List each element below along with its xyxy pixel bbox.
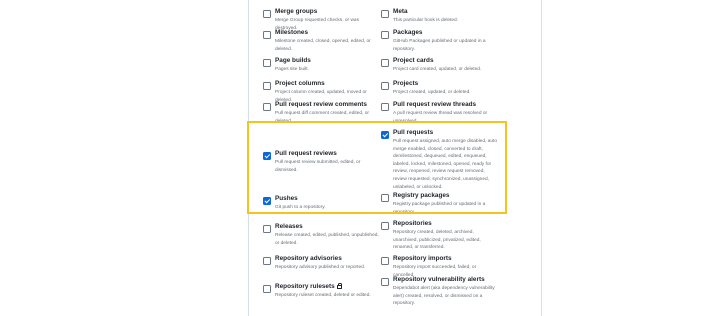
event-title[interactable]: Repository vulnerability alerts	[393, 276, 485, 283]
pr-review-threads-checkbox[interactable]	[381, 103, 389, 111]
event-description: Repository ruleset created, deleted or e…	[275, 293, 371, 298]
event-description: Repository created, deleted, archived, u…	[393, 230, 481, 251]
event-title[interactable]: Releases	[275, 223, 303, 230]
event-title[interactable]: Packages	[393, 29, 423, 36]
event-title[interactable]: Projects	[393, 80, 418, 87]
event-title[interactable]: Page builds	[275, 57, 311, 64]
event-title[interactable]: Repositories	[393, 220, 432, 227]
meta-checkbox[interactable]	[381, 10, 389, 18]
event-title[interactable]: Milestones	[275, 29, 308, 36]
event-description: Registry package published or updated in…	[393, 202, 486, 215]
repo-vuln-alerts-checkbox[interactable]	[381, 278, 389, 286]
event-description: Dependabot alert (aka dependency vulnera…	[393, 286, 495, 307]
event-title[interactable]: Merge groups	[275, 8, 317, 15]
event-description: Milestone created, closed, opened, edite…	[275, 39, 371, 52]
event-description: Pull request review submitted, edited, o…	[275, 160, 361, 173]
event-title[interactable]: Project columns	[275, 80, 325, 87]
project-columns-checkbox[interactable]	[263, 82, 271, 90]
event-description: Pages site built.	[275, 67, 309, 72]
packages-checkbox[interactable]	[381, 31, 389, 39]
event-description: Project created, updated, or deleted.	[393, 90, 471, 95]
event-title: Repository rulesets	[275, 283, 335, 290]
releases-checkbox[interactable]	[263, 225, 271, 233]
event-title[interactable]: Pull request reviews	[275, 150, 337, 157]
repositories-checkbox[interactable]	[381, 222, 389, 230]
lock-icon	[336, 282, 343, 289]
milestones-checkbox[interactable]	[263, 31, 271, 39]
projects-checkbox[interactable]	[381, 82, 389, 90]
event-description: A pull request review thread was resolve…	[393, 111, 488, 124]
event-description: Git push to a repository.	[275, 205, 326, 210]
event-description: This particular hook is deleted.	[393, 18, 459, 23]
repo-advisories-checkbox[interactable]	[263, 257, 271, 265]
event-title[interactable]: Pull request review threads	[393, 101, 476, 108]
event-title[interactable]: Pushes	[275, 195, 298, 202]
pr-reviews-checkbox[interactable]	[263, 152, 271, 160]
pushes-checkbox[interactable]	[263, 197, 271, 205]
event-description: Pull request diff comment created, edite…	[275, 111, 370, 124]
event-description: Project card created, updated, or delete…	[393, 67, 482, 72]
event-description: Repository advisory published or reporte…	[275, 265, 366, 270]
page-builds-checkbox[interactable]	[263, 59, 271, 67]
event-title-row[interactable]: Repository rulesets	[275, 282, 343, 290]
event-title[interactable]: Project cards	[393, 57, 434, 64]
event-title[interactable]: Pull requests	[393, 129, 433, 136]
event-title[interactable]: Meta	[393, 8, 408, 15]
event-title[interactable]: Pull request review comments	[275, 101, 367, 108]
event-description: Pull request assigned, auto merge disabl…	[393, 139, 497, 190]
registry-packages-checkbox[interactable]	[381, 194, 389, 202]
event-title[interactable]: Repository imports	[393, 255, 452, 262]
merge-groups-checkbox[interactable]	[263, 10, 271, 18]
repo-rulesets-checkbox[interactable]	[263, 285, 271, 293]
pr-review-comments-checkbox[interactable]	[263, 103, 271, 111]
event-title[interactable]: Registry packages	[393, 192, 449, 199]
pull-requests-checkbox[interactable]	[381, 131, 389, 139]
event-description: GitHub Packages published or updated in …	[393, 39, 486, 52]
project-cards-checkbox[interactable]	[381, 59, 389, 67]
event-title[interactable]: Repository advisories	[275, 255, 342, 262]
event-description: Release created, edited, published, unpu…	[275, 233, 379, 246]
repo-imports-checkbox[interactable]	[381, 257, 389, 265]
